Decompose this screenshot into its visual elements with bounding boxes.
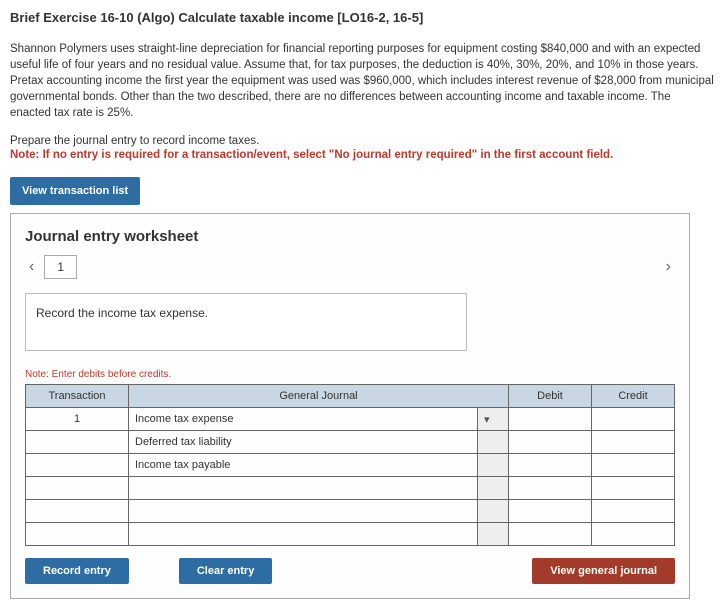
cell-account[interactable]	[129, 500, 478, 523]
cell-trans-no	[26, 431, 129, 454]
cell-account[interactable]	[129, 523, 478, 546]
cell-trans-no	[26, 523, 129, 546]
header-general-journal: General Journal	[129, 385, 509, 408]
exercise-title: Brief Exercise 16-10 (Algo) Calculate ta…	[10, 10, 714, 25]
clear-entry-button[interactable]: Clear entry	[179, 558, 272, 584]
cell-account[interactable]: Income tax payable	[129, 454, 478, 477]
dropdown-icon[interactable]	[478, 431, 509, 454]
chevron-right-icon[interactable]: ›	[662, 258, 675, 276]
cell-trans-no: 1	[26, 408, 129, 431]
table-row: Income tax payable	[26, 454, 675, 477]
header-debit: Debit	[509, 385, 592, 408]
cell-debit[interactable]	[509, 477, 592, 500]
record-entry-button[interactable]: Record entry	[25, 558, 129, 584]
journal-table: Transaction General Journal Debit Credit…	[25, 384, 675, 546]
table-row: 1 Income tax expense ▾	[26, 408, 675, 431]
cell-account[interactable]	[129, 477, 478, 500]
view-transaction-list-button[interactable]: View transaction list	[10, 177, 140, 205]
note-line: Note: If no entry is required for a tran…	[10, 149, 714, 161]
cell-account[interactable]: Income tax expense	[129, 408, 478, 431]
cell-credit[interactable]	[592, 500, 675, 523]
cell-credit[interactable]	[592, 454, 675, 477]
header-transaction: Transaction	[26, 385, 129, 408]
cell-debit[interactable]	[509, 431, 592, 454]
dropdown-icon[interactable]: ▾	[478, 408, 509, 431]
cell-credit[interactable]	[592, 477, 675, 500]
tab-nav: ‹ 1 ›	[25, 255, 675, 279]
table-row	[26, 523, 675, 546]
cell-trans-no	[26, 477, 129, 500]
cell-debit[interactable]	[509, 500, 592, 523]
cell-trans-no	[26, 500, 129, 523]
table-row	[26, 500, 675, 523]
cell-credit[interactable]	[592, 431, 675, 454]
worksheet-panel: Journal entry worksheet ‹ 1 › Record the…	[10, 213, 690, 599]
view-general-journal-button[interactable]: View general journal	[532, 558, 675, 584]
note-text: If no entry is required for a transactio…	[43, 149, 614, 161]
cell-credit[interactable]	[592, 523, 675, 546]
cell-debit[interactable]	[509, 454, 592, 477]
problem-description: Shannon Polymers uses straight-line depr…	[10, 41, 714, 121]
worksheet-title: Journal entry worksheet	[25, 228, 675, 245]
dropdown-icon[interactable]	[478, 477, 509, 500]
cell-trans-no	[26, 454, 129, 477]
record-instruction-box: Record the income tax expense.	[25, 293, 467, 351]
button-row: Record entry Clear entry View general jo…	[25, 558, 675, 584]
cell-debit[interactable]	[509, 523, 592, 546]
cell-account[interactable]: Deferred tax liability	[129, 431, 478, 454]
dropdown-icon[interactable]	[478, 523, 509, 546]
table-row	[26, 477, 675, 500]
table-row: Deferred tax liability	[26, 431, 675, 454]
dropdown-icon[interactable]	[478, 454, 509, 477]
cell-debit[interactable]	[509, 408, 592, 431]
note-prefix: Note:	[10, 149, 43, 161]
tab-1[interactable]: 1	[44, 255, 77, 279]
chevron-left-icon[interactable]: ‹	[25, 258, 38, 276]
table-note: Note: Enter debits before credits.	[25, 369, 675, 380]
header-credit: Credit	[592, 385, 675, 408]
cell-credit[interactable]	[592, 408, 675, 431]
prepare-instruction: Prepare the journal entry to record inco…	[10, 135, 714, 147]
dropdown-icon[interactable]	[478, 500, 509, 523]
